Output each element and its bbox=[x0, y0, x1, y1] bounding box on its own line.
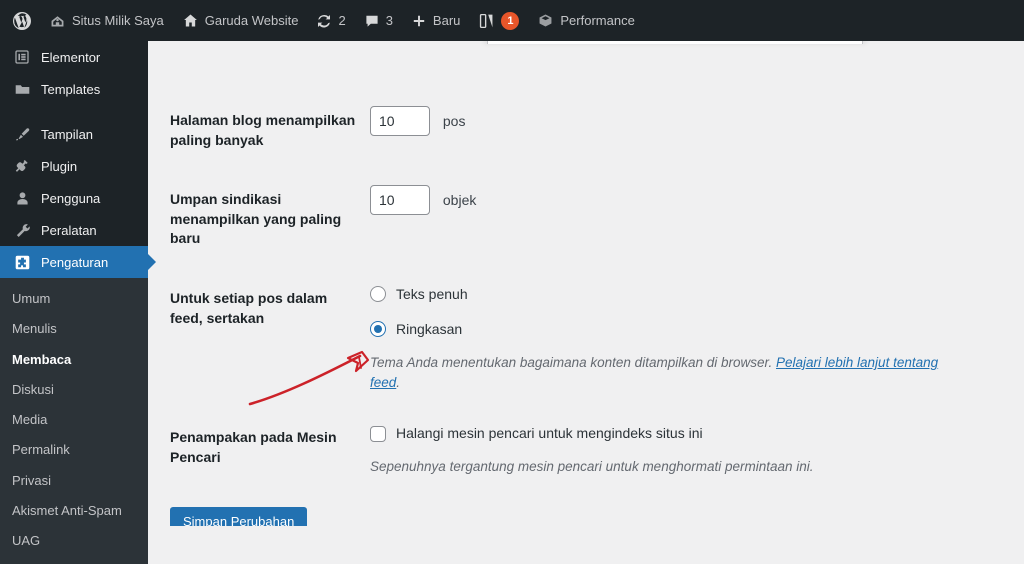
admin-bar: Situs Milik Saya Garuda Website 2 3 Baru… bbox=[0, 0, 1024, 41]
tools-wrench-icon bbox=[12, 220, 32, 240]
comment-icon bbox=[364, 13, 380, 29]
yoast-notification-badge: 1 bbox=[501, 11, 520, 30]
adminbar-comments-count: 3 bbox=[385, 13, 393, 28]
feed-description: Tema Anda menentukan bagaimana konten di… bbox=[370, 353, 970, 394]
search-visibility-checkbox-label[interactable]: Halangi mesin pencari untuk mengindeks s… bbox=[396, 423, 703, 444]
sidebar-item-pengaturan[interactable]: Pengaturan bbox=[0, 246, 156, 278]
plugin-icon bbox=[12, 156, 32, 176]
feed-summary-label[interactable]: Ringkasan bbox=[396, 319, 462, 340]
adminbar-item-site-name[interactable]: Garuda Website bbox=[173, 0, 308, 41]
users-icon bbox=[12, 188, 32, 208]
table-row-search-visibility: Penampakan pada Mesin Pencari Halangi me… bbox=[170, 408, 980, 492]
sidebar-item-label: Pengguna bbox=[41, 190, 101, 206]
sidebar-item-label: Elementor bbox=[41, 49, 101, 65]
appearance-brush-icon bbox=[12, 124, 32, 144]
adminbar-item-updates[interactable]: 2 bbox=[307, 0, 354, 41]
admin-sidebar: Elementor Templates Tampilan Plugin Peng… bbox=[0, 41, 156, 564]
settings-table: Halaman blog menampilkan paling banyak p… bbox=[170, 91, 980, 493]
feed-summary-radio[interactable] bbox=[370, 321, 386, 338]
table-row-posts-per-rss: Umpan sindikasi menampilkan yang paling … bbox=[170, 170, 980, 269]
sidebar-item-peralatan[interactable]: Peralatan bbox=[0, 214, 148, 246]
adminbar-item-performance[interactable]: Performance bbox=[528, 0, 643, 41]
submenu-item-menulis[interactable]: Menulis bbox=[0, 314, 148, 344]
submenu-item-uag[interactable]: UAG bbox=[0, 526, 148, 556]
search-visibility-row[interactable]: Halangi mesin pencari untuk mengindeks s… bbox=[370, 423, 970, 444]
adminbar-item-new-content[interactable]: Baru bbox=[402, 0, 469, 41]
submenu-item-diskusi[interactable]: Diskusi bbox=[0, 375, 148, 405]
posts-per-rss-input[interactable] bbox=[370, 185, 430, 216]
submenu-item-umum[interactable]: Umum bbox=[0, 284, 148, 314]
feed-option-summary[interactable]: Ringkasan bbox=[370, 319, 970, 340]
sidebar-item-elementor[interactable]: Elementor bbox=[0, 41, 148, 73]
feed-description-suffix: . bbox=[396, 375, 401, 391]
adminbar-item-comments[interactable]: 3 bbox=[355, 0, 402, 41]
submit-wrap: Simpan Perubahan bbox=[170, 493, 1024, 526]
update-icon bbox=[316, 13, 332, 29]
posts-per-page-label: Halaman blog menampilkan paling banyak bbox=[170, 112, 356, 148]
adminbar-item-wp-logo[interactable] bbox=[0, 0, 40, 41]
adminbar-my-site-label: Situs Milik Saya bbox=[72, 13, 164, 28]
submenu-item-akismet[interactable]: Akismet Anti-Spam bbox=[0, 496, 148, 526]
adminbar-site-name-label: Garuda Website bbox=[204, 13, 299, 28]
search-visibility-label: Penampakan pada Mesin Pencari bbox=[170, 429, 337, 466]
feed-option-full-text[interactable]: Teks penuh bbox=[370, 284, 970, 305]
adminbar-item-yoast-seo[interactable]: 1 bbox=[469, 0, 528, 41]
wordpress-icon bbox=[12, 11, 32, 31]
adminbar-item-my-site[interactable]: Situs Milik Saya bbox=[40, 0, 173, 41]
posts-per-page-unit: pos bbox=[442, 112, 466, 129]
table-row-posts-per-page: Halaman blog menampilkan paling banyak p… bbox=[170, 91, 980, 170]
performance-icon bbox=[537, 12, 554, 29]
submenu-item-membaca[interactable]: Membaca bbox=[0, 345, 148, 375]
settings-gear-icon bbox=[12, 252, 32, 272]
folder-icon bbox=[12, 79, 32, 99]
settings-submenu: Umum Menulis Membaca Diskusi Media Perma… bbox=[0, 278, 148, 564]
feed-description-text: Tema Anda menentukan bagaimana konten di… bbox=[370, 354, 776, 370]
main-content: Halaman blog menampilkan paling banyak p… bbox=[148, 41, 1024, 526]
feed-full-text-radio[interactable] bbox=[370, 286, 386, 303]
sidebar-item-pengguna[interactable]: Pengguna bbox=[0, 182, 148, 214]
posts-per-rss-label: Umpan sindikasi menampilkan yang paling … bbox=[170, 191, 342, 247]
sidebar-item-label: Tampilan bbox=[41, 126, 94, 142]
home-icon bbox=[182, 12, 199, 29]
search-visibility-checkbox[interactable] bbox=[370, 425, 386, 442]
submenu-item-privasi[interactable]: Privasi bbox=[0, 466, 148, 496]
submenu-item-media[interactable]: Media bbox=[0, 405, 148, 435]
sidebar-item-label: Peralatan bbox=[41, 222, 97, 238]
sidebar-item-label: Templates bbox=[41, 81, 101, 97]
save-changes-button[interactable]: Simpan Perubahan bbox=[170, 506, 308, 526]
adminbar-new-content-label: Baru bbox=[432, 13, 461, 28]
adminbar-performance-label: Performance bbox=[560, 13, 635, 28]
sidebar-item-templates[interactable]: Templates bbox=[0, 73, 148, 105]
yoast-icon bbox=[478, 12, 495, 30]
sidebar-item-label: Plugin bbox=[41, 158, 78, 174]
table-row-feed-content: Untuk setiap pos dalam feed, sertakan Te… bbox=[170, 269, 980, 409]
sidebar-item-plugin[interactable]: Plugin bbox=[0, 150, 148, 182]
adminbar-updates-count: 2 bbox=[338, 13, 346, 28]
submenu-item-permalink[interactable]: Permalink bbox=[0, 435, 148, 465]
site-icon bbox=[49, 12, 66, 29]
reading-settings-form: Halaman blog menampilkan paling banyak p… bbox=[148, 41, 1024, 526]
search-visibility-description: Sepenuhnya tergantung mesin pencari untu… bbox=[370, 459, 814, 475]
sidebar-item-label: Pengaturan bbox=[41, 254, 109, 270]
posts-per-rss-unit: objek bbox=[442, 191, 477, 208]
sidebar-item-tampilan[interactable]: Tampilan bbox=[0, 118, 148, 150]
feed-content-label: Untuk setiap pos dalam feed, sertakan bbox=[170, 289, 328, 326]
plus-icon bbox=[411, 13, 427, 29]
feed-full-text-label[interactable]: Teks penuh bbox=[396, 284, 468, 305]
sidebar-separator bbox=[0, 105, 148, 118]
posts-per-page-input[interactable] bbox=[370, 106, 430, 136]
elementor-icon bbox=[12, 47, 32, 67]
